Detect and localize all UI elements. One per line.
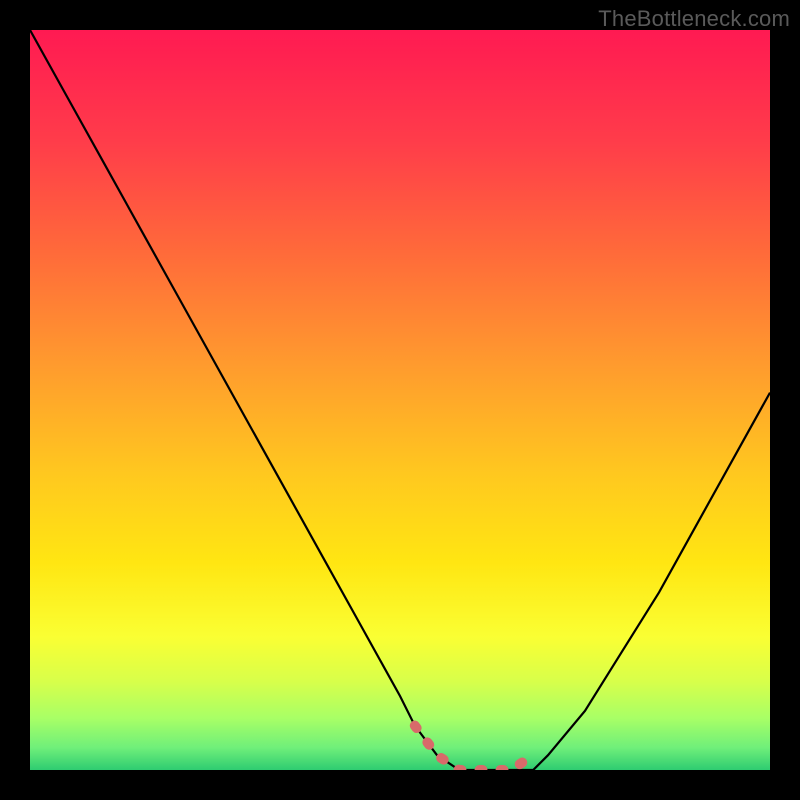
gradient-background [30,30,770,770]
watermark-text: TheBottleneck.com [598,6,790,32]
chart-frame [30,30,770,770]
bottleneck-chart [30,30,770,770]
